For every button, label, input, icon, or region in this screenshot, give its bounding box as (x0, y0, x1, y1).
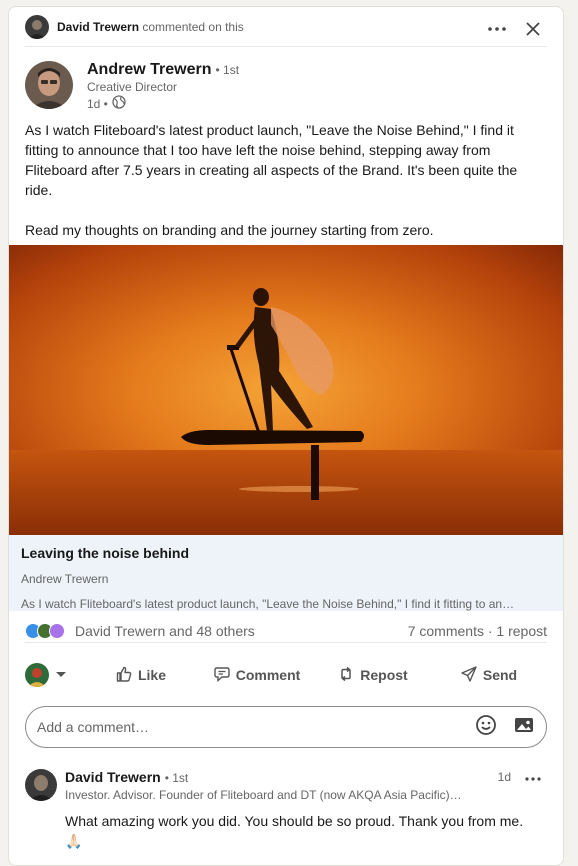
comment-time: 1d (497, 770, 511, 784)
post-paragraph: As I watch Fliteboard's latest product l… (25, 122, 518, 198)
actor-avatar[interactable] (25, 14, 49, 39)
support-reaction-icon (49, 622, 65, 639)
article-image[interactable] (9, 245, 563, 535)
comment-emoji: 🙏🏻 (65, 833, 83, 849)
comment-more-options-icon[interactable] (519, 765, 547, 793)
repost-icon (338, 666, 354, 685)
post-time: 1d • (87, 96, 108, 111)
article-preview[interactable]: Leaving the noise behind Andrew Trewern … (9, 535, 563, 611)
emoji-icon[interactable] (474, 713, 498, 742)
chevron-down-icon (55, 666, 67, 684)
action-bar: Like Comment Repost Send (25, 653, 547, 697)
article-author: Andrew Trewern (21, 572, 109, 586)
connection-degree: • 1st (215, 63, 240, 77)
more-options-icon[interactable] (483, 15, 511, 43)
comment-body: What amazing work you did. You should be… (65, 811, 545, 851)
repost-label: Repost (360, 667, 408, 683)
image-icon[interactable] (512, 713, 536, 742)
activity-action: commented on this (142, 19, 244, 34)
actor-avatar (25, 663, 49, 687)
commenter-name[interactable]: David Trewern (65, 769, 161, 785)
send-icon (461, 665, 477, 685)
article-title[interactable]: Leaving the noise behind (21, 545, 553, 561)
comment-input[interactable]: Add a comment… (25, 706, 547, 748)
commenter-avatar[interactable] (25, 769, 57, 801)
like-label: Like (137, 667, 166, 683)
like-button[interactable]: Like (83, 666, 199, 685)
author-title: Creative Director (87, 80, 178, 94)
actor-switcher[interactable] (25, 663, 83, 687)
actor-name[interactable]: David Trewern (57, 20, 139, 34)
activity-context-bar: David Trewern commented on this (25, 7, 547, 47)
comment-button[interactable]: Comment (199, 666, 315, 685)
commenter-degree: • 1st (164, 771, 189, 785)
comments-reposts-count[interactable]: 7 comments · 1 repost (408, 623, 547, 639)
commenter-headline: Investor. Advisor. Founder of Fliteboard… (65, 788, 462, 802)
post-paragraph: Read my thoughts on branding and the jou… (25, 222, 434, 238)
post-text: As I watch Fliteboard's latest product l… (25, 120, 545, 260)
globe-icon (112, 95, 126, 112)
comment-placeholder: Add a comment… (37, 719, 150, 735)
post-meta: 1d • (87, 95, 126, 112)
article-snippet: As I watch Fliteboard's latest product l… (21, 597, 515, 611)
comment-label: Comment (235, 667, 301, 683)
thumbs-up-icon (116, 666, 132, 685)
activity-context-text: David Trewern commented on this (57, 20, 244, 34)
send-label: Send (482, 667, 518, 683)
reaction-icons[interactable] (25, 622, 65, 639)
post-author: Andrew Trewern • 1st Creative Director 1… (25, 61, 547, 113)
author-name[interactable]: Andrew Trewern (87, 61, 211, 79)
repost-button[interactable]: Repost (315, 666, 431, 685)
author-avatar[interactable] (25, 61, 73, 109)
close-icon[interactable] (519, 15, 547, 43)
reactors-text[interactable]: David Trewern and 48 others (75, 623, 255, 639)
comment-icon (214, 666, 230, 685)
send-button[interactable]: Send (431, 665, 547, 685)
comment-text: What amazing work you did. You should be… (65, 813, 524, 829)
post-card: David Trewern commented on this Andrew T… (8, 6, 564, 866)
social-counts: David Trewern and 48 others 7 comments ·… (25, 619, 547, 643)
